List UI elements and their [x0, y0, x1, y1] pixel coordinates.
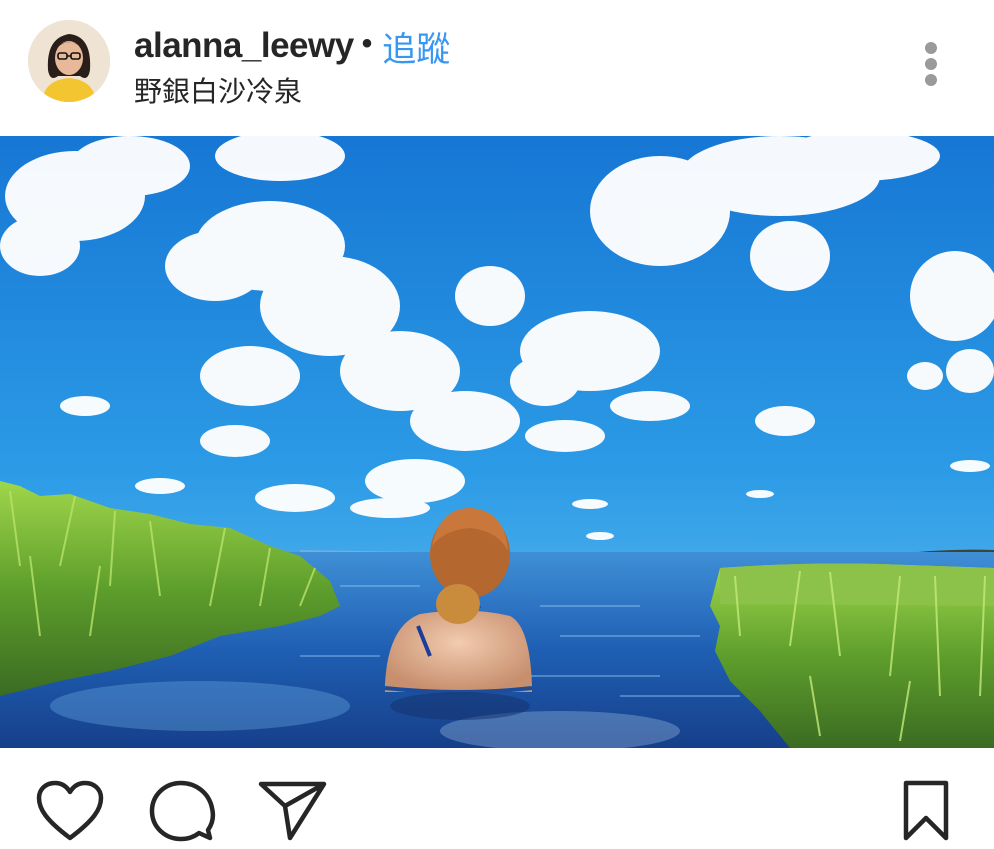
username-link[interactable]: alanna_leewy — [134, 26, 354, 66]
location-link[interactable]: 野銀白沙冷泉 — [134, 70, 302, 110]
post-header: alanna_leewy • 追蹤 野銀白沙冷泉 — [0, 0, 994, 134]
user-line: alanna_leewy • 追蹤 — [134, 22, 450, 71]
follow-button[interactable]: 追蹤 — [382, 22, 450, 71]
post-image[interactable] — [0, 136, 994, 748]
heart-icon[interactable] — [36, 780, 104, 842]
bookmark-icon[interactable] — [902, 780, 950, 842]
avatar[interactable] — [28, 20, 110, 102]
action-bar — [0, 750, 994, 849]
separator-dot: • — [361, 27, 373, 60]
paper-plane-icon[interactable] — [258, 780, 328, 842]
more-vertical-icon[interactable] — [914, 38, 948, 90]
comment-bubble-icon[interactable] — [148, 780, 216, 844]
